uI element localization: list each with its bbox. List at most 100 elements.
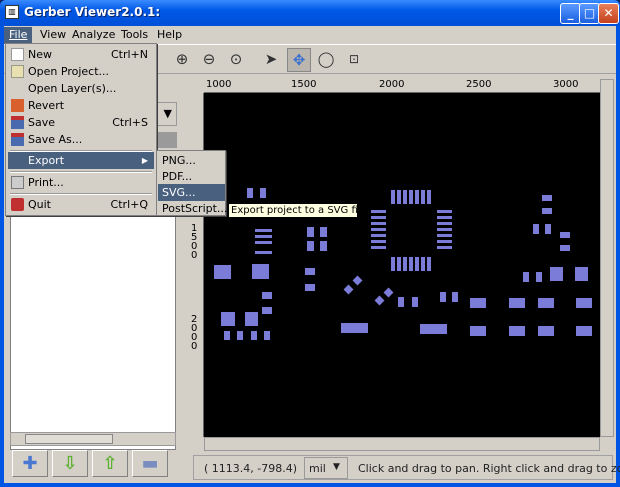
export-submenu: PNG... PDF... SVG... PostScript...	[156, 150, 227, 217]
menu-file-label: File	[9, 28, 28, 41]
menubar: File View Analyze Tools Help	[4, 26, 616, 44]
pcb-pad	[536, 272, 542, 282]
pcb-pad	[371, 216, 386, 219]
gerber-canvas[interactable]	[204, 93, 600, 437]
label: Save	[28, 116, 56, 129]
pcb-pad	[538, 326, 554, 336]
pcb-pad	[264, 331, 270, 340]
unit-value: mil	[309, 462, 326, 475]
revert-icon	[11, 99, 24, 112]
layer-list[interactable]	[10, 210, 176, 450]
menu-item-export-svg[interactable]: SVG...	[158, 184, 225, 201]
zoom-fit-icon[interactable]: ⊙	[224, 48, 248, 72]
pcb-pad	[260, 188, 266, 198]
chevron-down-icon[interactable]: ▼	[333, 462, 340, 472]
label: PNG...	[162, 154, 196, 167]
zoom-out-icon[interactable]: ⊖	[197, 48, 221, 72]
zoom-tool-icon[interactable]: ◯	[314, 48, 338, 72]
menu-item-open-layers[interactable]: Open Layer(s)...	[8, 80, 154, 97]
canvas-hscrollbar[interactable]	[204, 437, 600, 451]
menu-item-export-postscript[interactable]: PostScript...	[158, 200, 227, 217]
menu-item-export-pdf[interactable]: PDF...	[158, 168, 225, 185]
pcb-pad	[307, 241, 314, 251]
menu-item-save-as[interactable]: Save As...	[8, 131, 154, 148]
label: Open Project...	[28, 65, 110, 78]
pcb-pad	[560, 245, 570, 251]
accelerator: Ctrl+S	[112, 116, 148, 129]
pcb-pad	[576, 326, 592, 336]
maximize-button[interactable]: □	[579, 3, 600, 24]
menu-item-open-project[interactable]: Open Project...	[8, 63, 154, 80]
pcb-pad	[307, 227, 314, 237]
menu-analyze[interactable]: Analyze	[67, 27, 120, 44]
label: New	[28, 48, 52, 61]
pcb-pad	[262, 307, 272, 314]
menu-item-export[interactable]: Export ▶	[8, 152, 154, 169]
ruler-tick-label: 2000	[379, 79, 405, 90]
pcb-pad	[440, 292, 446, 302]
pcb-pad	[542, 195, 552, 201]
menu-tools[interactable]: Tools	[116, 27, 153, 44]
pcb-pad	[437, 222, 452, 225]
status-bar: ( 1113.4, -798.4) mil ▼ Click and drag t…	[193, 455, 620, 480]
pcb-pad	[397, 257, 401, 271]
window-title: Gerber Viewer2.0.1:	[24, 5, 161, 19]
scroll-thumb[interactable]	[25, 434, 113, 444]
menu-help[interactable]: Help	[152, 27, 187, 44]
menu-item-print[interactable]: Print...	[8, 174, 154, 191]
pcb-pad	[251, 331, 257, 340]
pcb-pad	[403, 190, 407, 204]
unit-select[interactable]: mil ▼	[304, 457, 348, 479]
tooltip: Export project to a SVG file	[228, 203, 367, 218]
pcb-pad	[371, 234, 386, 237]
pcb-pad	[415, 257, 419, 271]
pcb-pad	[560, 232, 570, 238]
vertical-ruler: 1500 2000	[190, 93, 204, 437]
printer-icon	[11, 176, 24, 189]
canvas-vscrollbar[interactable]	[600, 79, 614, 437]
add-layer-icon[interactable]: ✚	[12, 450, 48, 477]
label: Save As...	[28, 133, 83, 146]
pcb-pad	[509, 298, 525, 308]
menu-item-revert[interactable]: Revert	[8, 97, 154, 114]
pcb-pad	[224, 331, 230, 340]
pcb-pad	[437, 210, 452, 213]
pcb-pad	[383, 287, 394, 298]
coordinate-readout: ( 1113.4, -798.4)	[204, 462, 298, 475]
menu-separator	[10, 171, 152, 173]
menu-item-export-png[interactable]: PNG...	[158, 152, 225, 169]
pcb-pad	[214, 265, 231, 279]
pan-icon[interactable]: ✥	[287, 48, 311, 72]
layer-tab[interactable]	[157, 132, 177, 148]
ruler-tick-label: 2500	[466, 79, 492, 90]
pcb-pad	[320, 241, 327, 251]
menu-view[interactable]: View	[35, 27, 71, 44]
menu-item-quit[interactable]: Quit Ctrl+Q	[8, 196, 154, 213]
pcb-pad	[391, 257, 395, 271]
layer-list-hscrollbar[interactable]	[10, 432, 176, 446]
title-bar[interactable]: ▥ Gerber Viewer2.0.1: _ □ ✕	[0, 0, 620, 26]
pcb-pad	[371, 240, 386, 243]
pcb-pad	[576, 298, 592, 308]
minimize-button[interactable]: _	[560, 3, 581, 24]
pcb-pad	[371, 222, 386, 225]
measure-icon[interactable]: ⊡	[342, 48, 366, 72]
move-up-icon[interactable]: ⇧	[92, 450, 128, 477]
pcb-pad	[255, 241, 272, 244]
label: Print...	[28, 176, 64, 189]
remove-layer-icon[interactable]: ▬	[132, 450, 168, 477]
menu-item-save[interactable]: Save Ctrl+S	[8, 114, 154, 131]
pcb-pad	[398, 297, 404, 307]
pcb-pad	[403, 257, 407, 271]
pcb-pad	[421, 257, 425, 271]
close-button[interactable]: ✕	[598, 3, 619, 24]
ruler-tick-label: 3000	[553, 79, 579, 90]
pcb-pad	[320, 227, 327, 237]
menu-item-new[interactable]: New Ctrl+N	[8, 46, 154, 63]
pcb-pad	[437, 234, 452, 237]
move-down-icon[interactable]: ⇩	[52, 450, 88, 477]
ruler-tick-label: 1000	[206, 79, 232, 90]
pointer-icon[interactable]: ➤	[259, 48, 283, 72]
menu-file[interactable]: File	[4, 27, 33, 44]
pcb-pad	[542, 208, 552, 214]
